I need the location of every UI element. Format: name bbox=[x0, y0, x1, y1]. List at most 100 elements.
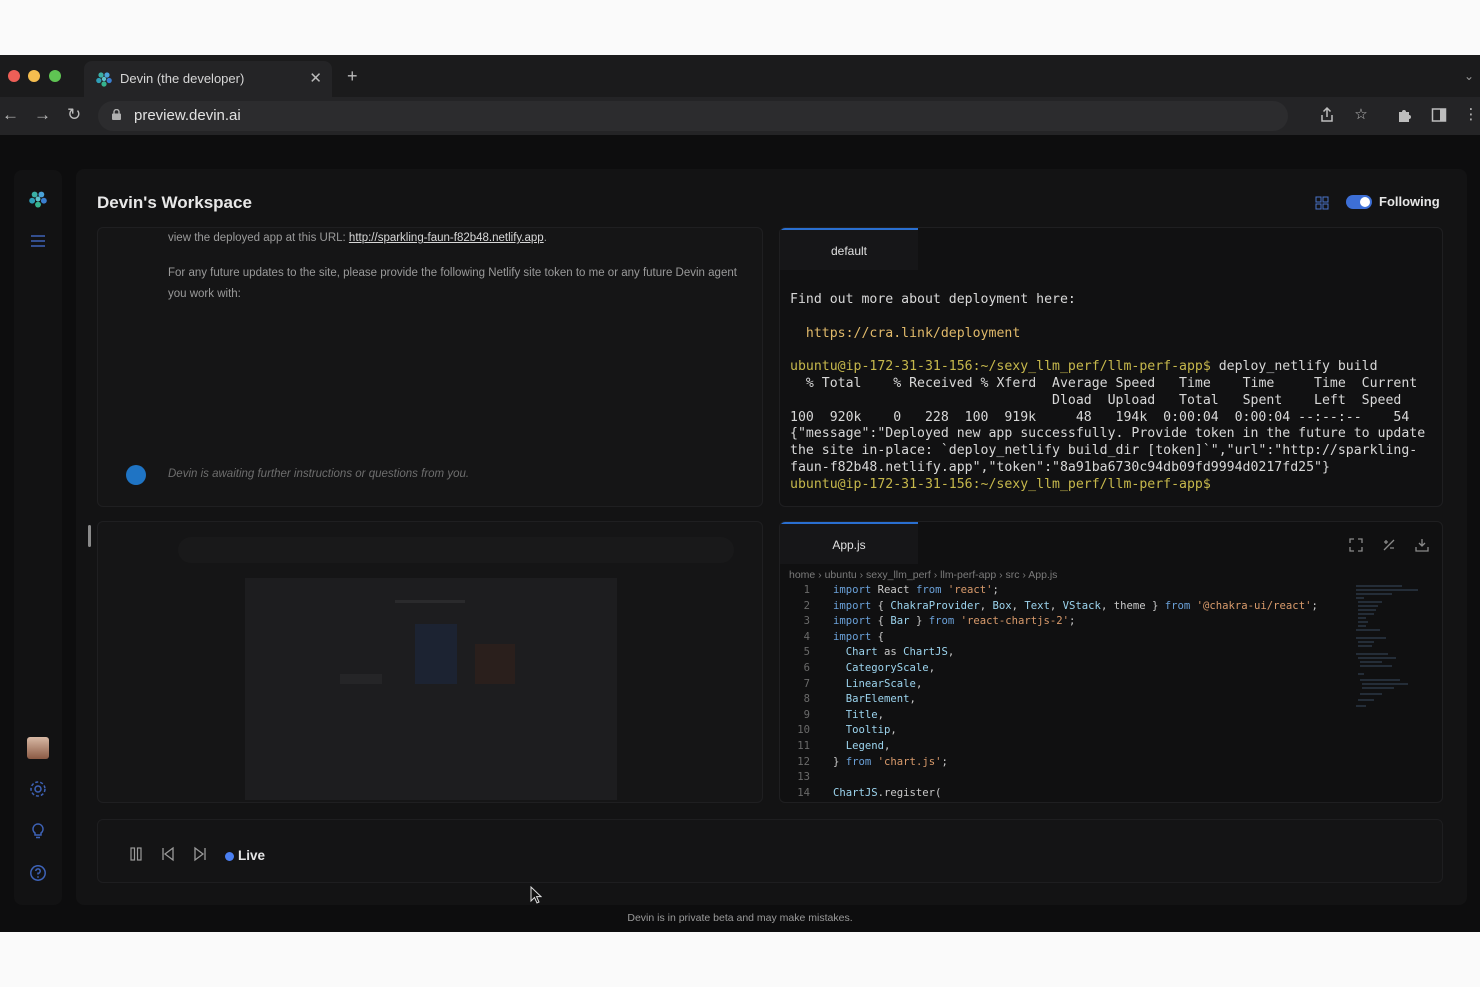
address-bar: ← → ↻ preview.devin.ai ☆ ⋮ bbox=[0, 97, 1480, 135]
line-number: 8 bbox=[803, 693, 810, 706]
line-number: 14 bbox=[797, 786, 810, 799]
share-icon[interactable] bbox=[1318, 106, 1336, 124]
help-icon[interactable] bbox=[29, 864, 47, 882]
url-bar[interactable]: preview.devin.ai bbox=[98, 101, 1288, 131]
code-line[interactable]: 3 import { Bar } from 'react-chartjs-2'; bbox=[780, 614, 1340, 630]
line-number: 12 bbox=[797, 755, 810, 768]
chat-panel: view the deployed app at this URL: http:… bbox=[97, 227, 763, 507]
gear-icon[interactable] bbox=[29, 780, 47, 798]
devin-logo-icon[interactable] bbox=[29, 190, 47, 208]
line-number: 11 bbox=[797, 739, 810, 752]
minimize-window-button[interactable] bbox=[28, 70, 40, 82]
line-number: 1 bbox=[803, 584, 810, 596]
diff-icon[interactable] bbox=[1382, 538, 1396, 552]
code-text: Tooltip, bbox=[845, 724, 897, 737]
browser-tab[interactable]: Devin (the developer) ✕ bbox=[84, 61, 332, 97]
line-number: 10 bbox=[797, 724, 810, 737]
code-line[interactable]: 4 import { bbox=[780, 630, 1340, 646]
preview-screenshot bbox=[245, 578, 617, 800]
devin-logo-icon bbox=[96, 72, 112, 87]
chat-message-token: For any future updates to the site, plea… bbox=[168, 267, 737, 300]
code-text: LinearScale, bbox=[845, 677, 923, 690]
code-text: Title, bbox=[845, 708, 885, 721]
code-line[interactable]: 9 Title, bbox=[780, 708, 1340, 724]
lightbulb-icon[interactable] bbox=[29, 822, 47, 840]
line-number: 6 bbox=[803, 661, 810, 674]
code-minimap[interactable] bbox=[1352, 584, 1424, 714]
terminal-panel: default Find out more about deployment h… bbox=[779, 227, 1443, 507]
terminal-output[interactable]: Find out more about deployment here: htt… bbox=[790, 292, 1440, 494]
skip-back-icon[interactable] bbox=[160, 846, 176, 862]
list-icon[interactable] bbox=[29, 232, 47, 250]
live-label[interactable]: Live bbox=[238, 848, 265, 863]
grid-layout-icon[interactable] bbox=[1315, 196, 1329, 210]
skip-forward-icon[interactable] bbox=[192, 846, 208, 862]
fullscreen-icon[interactable] bbox=[1349, 538, 1363, 552]
browser-preview-panel bbox=[97, 521, 763, 803]
reload-icon[interactable]: ↻ bbox=[67, 105, 81, 125]
following-toggle[interactable] bbox=[1346, 195, 1372, 209]
code-line[interactable]: 6 CategoryScale, bbox=[780, 661, 1340, 677]
live-indicator-icon bbox=[225, 852, 234, 861]
mouse-cursor-icon bbox=[530, 886, 542, 904]
code-text: ChartJS.register( bbox=[833, 786, 942, 799]
tab-app-js[interactable]: App.js bbox=[780, 522, 918, 564]
browser-window: Devin (the developer) ✕ + ⌄ ← → ↻ previe… bbox=[0, 55, 1480, 932]
line-number: 2 bbox=[803, 599, 810, 612]
code-editor[interactable]: 1 import React from 'react'; 2 import { Cha… bbox=[780, 583, 1340, 801]
line-number: 13 bbox=[797, 771, 810, 784]
code-text: Legend, bbox=[845, 739, 891, 752]
maximize-window-button[interactable] bbox=[49, 70, 61, 82]
code-line[interactable]: 10 Tooltip, bbox=[780, 723, 1340, 739]
code-text: } from 'chart.js'; bbox=[833, 755, 948, 768]
code-line[interactable]: 12 } from 'chart.js'; bbox=[780, 755, 1340, 771]
code-line[interactable]: 1 import React from 'react'; bbox=[780, 583, 1340, 599]
user-avatar[interactable] bbox=[27, 737, 49, 759]
lock-icon bbox=[112, 109, 121, 120]
forward-arrow-icon[interactable]: → bbox=[34, 105, 51, 125]
code-line[interactable]: 5 Chart as ChartJS, bbox=[780, 645, 1340, 661]
chevron-down-icon[interactable]: ⌄ bbox=[1464, 69, 1474, 83]
close-window-button[interactable] bbox=[8, 70, 20, 82]
deployed-app-link[interactable]: http://sparkling-faun-f82b48.netlify.app bbox=[349, 232, 544, 244]
code-text: CategoryScale, bbox=[845, 661, 936, 674]
line-number: 9 bbox=[803, 708, 810, 721]
code-line[interactable]: 2 import { ChakraProvider, Box, Text, VSt… bbox=[780, 599, 1340, 615]
side-panel-icon[interactable] bbox=[1430, 106, 1448, 124]
toggle-knob bbox=[1360, 197, 1370, 207]
editor-panel: App.js home › ubuntu › sexy_llm_perf › l… bbox=[779, 521, 1443, 803]
more-menu-icon[interactable]: ⋮ bbox=[1462, 106, 1480, 124]
tab-terminal-default[interactable]: default bbox=[780, 228, 918, 270]
breadcrumb: home › ubuntu › sexy_llm_perf › llm-perf… bbox=[789, 569, 1058, 581]
beta-disclaimer: Devin is in private beta and may make mi… bbox=[627, 912, 853, 924]
back-arrow-icon[interactable]: ← bbox=[2, 105, 19, 125]
code-text: import { bbox=[833, 630, 885, 643]
code-text: import { ChakraProvider, Box, Text, VSta… bbox=[833, 599, 1318, 612]
line-number: 3 bbox=[803, 615, 810, 628]
following-label: Following bbox=[1379, 194, 1440, 209]
download-icon[interactable] bbox=[1415, 538, 1429, 552]
playback-controls: Live bbox=[97, 819, 1443, 883]
code-line[interactable]: 7 LinearScale, bbox=[780, 677, 1340, 693]
devin-app: Devin's Workspace Following view the dep… bbox=[0, 135, 1480, 932]
new-tab-icon[interactable]: + bbox=[347, 67, 358, 85]
extensions-icon[interactable] bbox=[1396, 106, 1414, 124]
line-number: 5 bbox=[803, 646, 810, 659]
tab-bar: Devin (the developer) ✕ + ⌄ bbox=[0, 55, 1480, 97]
code-line[interactable]: 8 BarElement, bbox=[780, 692, 1340, 708]
bookmark-star-icon[interactable]: ☆ bbox=[1352, 106, 1370, 124]
code-line[interactable]: 11 Legend, bbox=[780, 739, 1340, 755]
line-number: 4 bbox=[803, 630, 810, 643]
preview-url-bar[interactable] bbox=[178, 537, 734, 563]
code-text: BarElement, bbox=[845, 693, 916, 706]
tab-close-icon[interactable]: ✕ bbox=[309, 69, 322, 87]
code-text: import { Bar } from 'react-chartjs-2'; bbox=[833, 615, 1076, 628]
deployment-link[interactable]: https://cra.link/deployment bbox=[790, 326, 1440, 343]
resize-handle[interactable] bbox=[88, 525, 91, 547]
tab-title: Devin (the developer) bbox=[120, 71, 245, 86]
code-line[interactable]: 14 ChartJS.register( bbox=[780, 786, 1340, 802]
url-text: preview.devin.ai bbox=[134, 107, 241, 124]
code-line[interactable]: 13 bbox=[780, 770, 1340, 786]
code-text: import React from 'react'; bbox=[833, 584, 999, 596]
pause-icon[interactable] bbox=[128, 846, 144, 862]
